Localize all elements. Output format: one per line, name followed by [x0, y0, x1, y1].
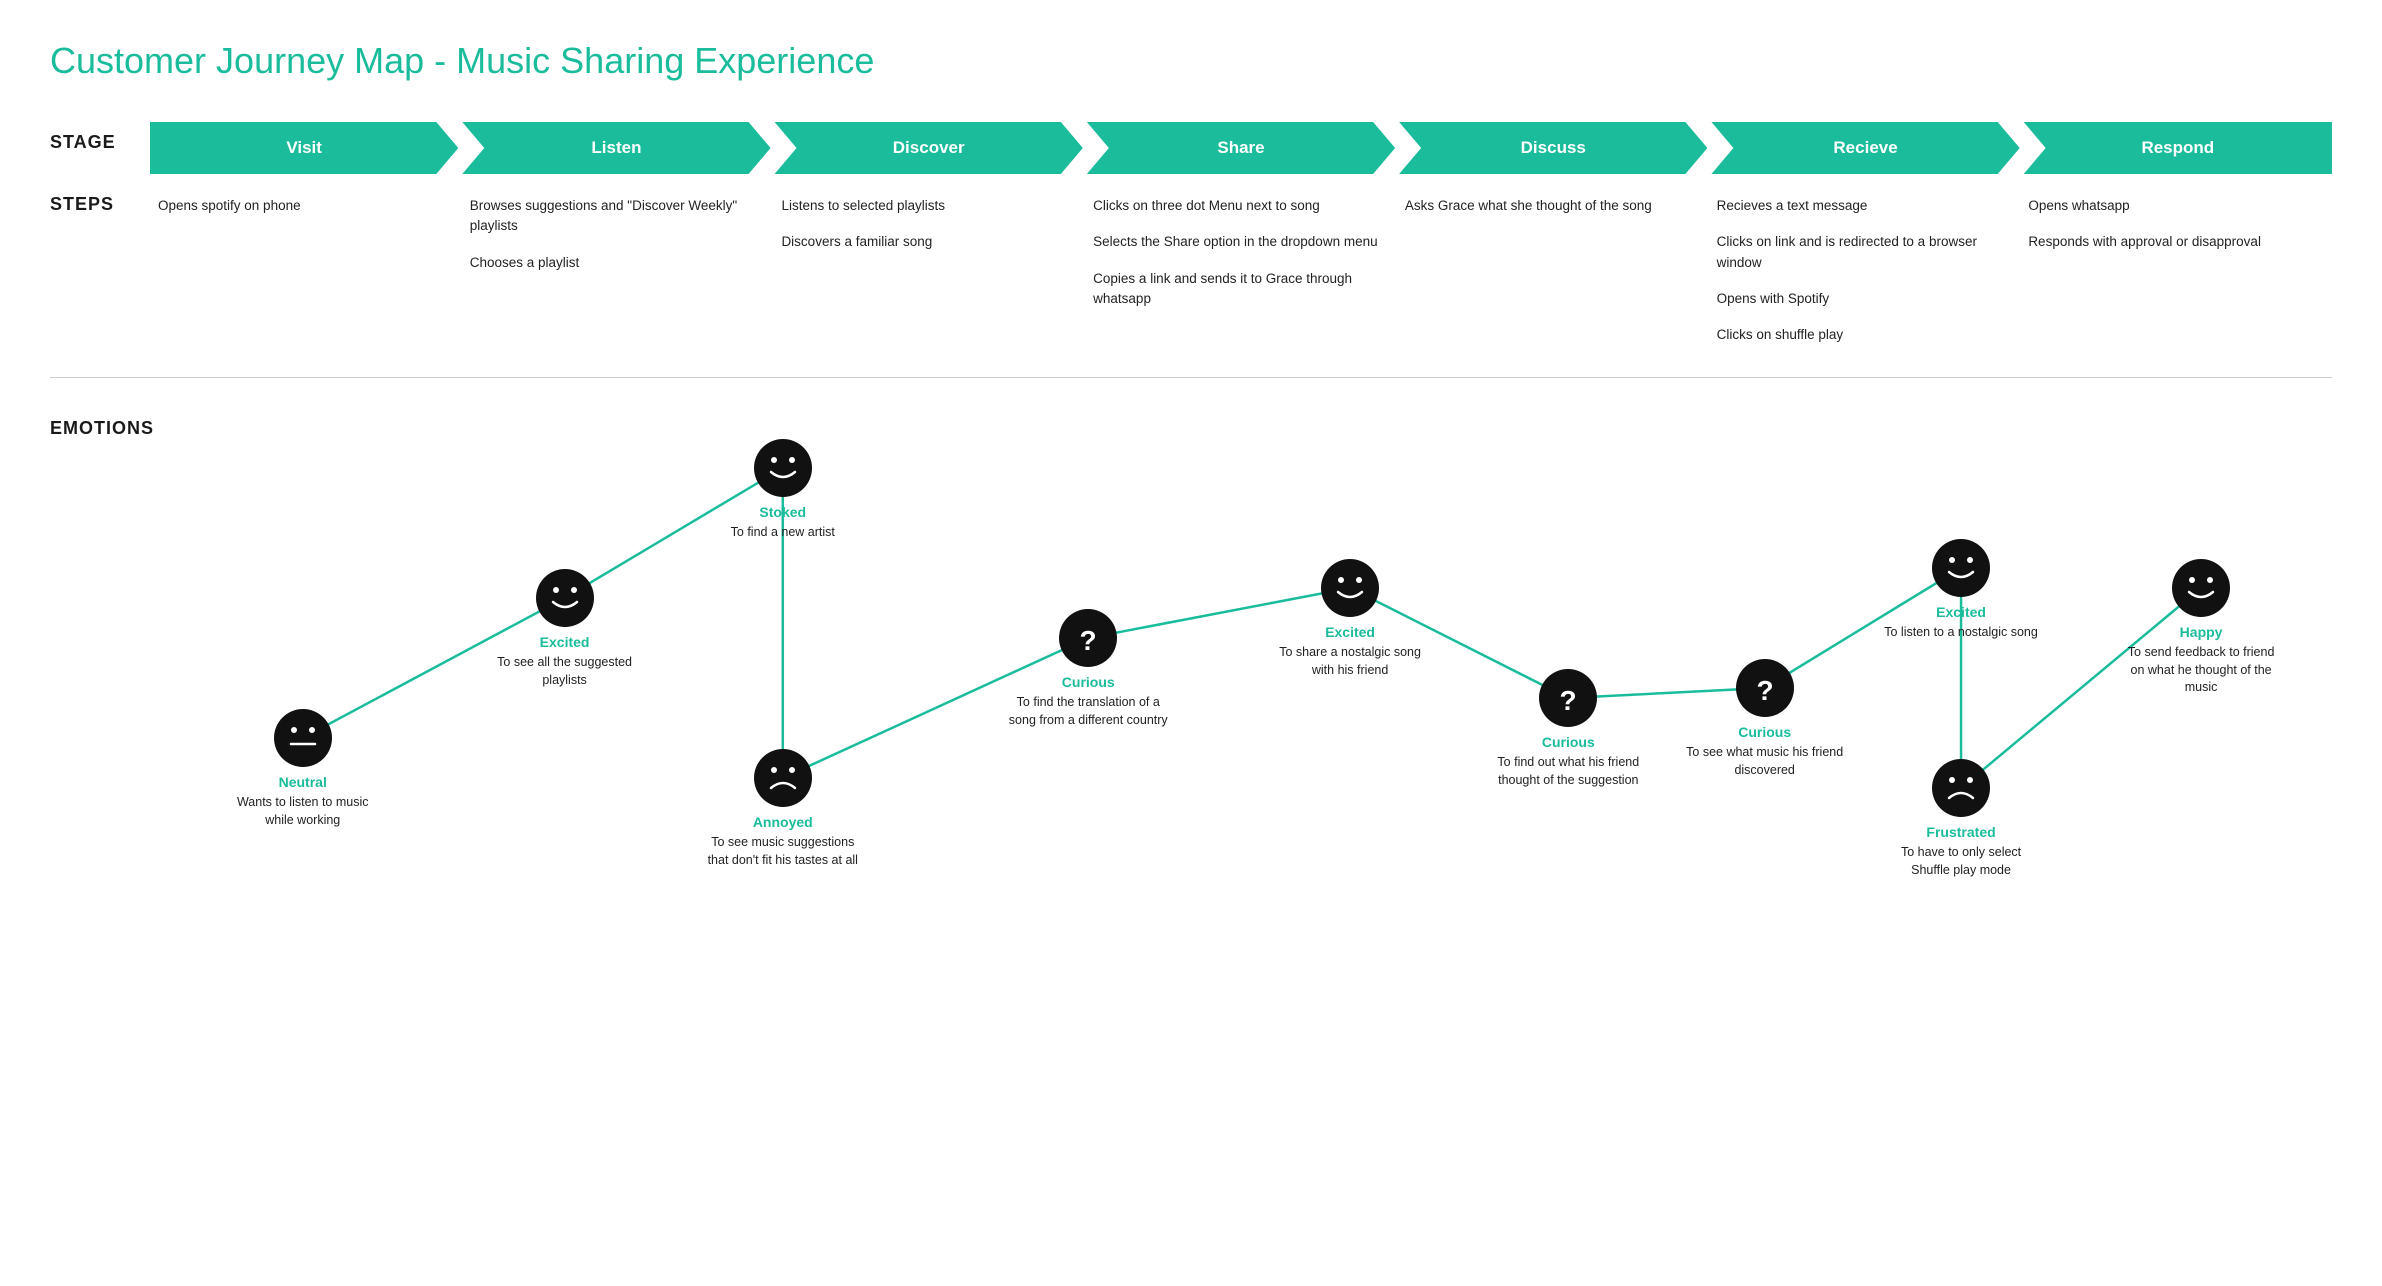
stage-listen: Listen [462, 122, 770, 174]
svg-text:?: ? [1756, 675, 1773, 706]
step-item: Opens whatsapp [2028, 196, 2320, 216]
step-item: Selects the Share option in the dropdown… [1093, 232, 1385, 252]
emotion-node-neutral: Neutral Wants to listen to music while wo… [223, 708, 383, 829]
steps-columns: Opens spotify on phone Browses suggestion… [150, 184, 2332, 357]
step-item: Asks Grace what she thought of the song [1405, 196, 1697, 216]
emotions-section: EMOTIONS Neutral Wants to listen to music… [50, 408, 2332, 928]
emotion-desc-happy: To send feedback to friend on what he th… [2121, 644, 2281, 697]
steps-col-6: Opens whatsapp Responds with approval or … [2020, 184, 2332, 357]
emotion-node-happy: Happy To send feedback to friend on what … [2121, 558, 2281, 697]
emotion-face-neutral [273, 708, 333, 768]
emotion-label-excited3: Excited [1936, 604, 1986, 620]
emotion-label-frustrated: Frustrated [1926, 824, 1995, 840]
emotion-face-happy [2171, 558, 2231, 618]
emotion-face-frustrated [1931, 758, 1991, 818]
svg-text:?: ? [1080, 625, 1097, 656]
emotion-face-curious1: ? [1058, 608, 1118, 668]
emotion-label-curious2: Curious [1542, 734, 1595, 750]
emotion-label-annoyed: Annoyed [753, 814, 813, 830]
step-item: Clicks on three dot Menu next to song [1093, 196, 1385, 216]
emotion-node-excited1: Excited To see all the suggested playlist… [485, 568, 645, 689]
emotion-desc-frustrated: To have to only select Shuffle play mode [1881, 844, 2041, 879]
emotion-desc-excited2: To share a nostalgic song with his frien… [1270, 644, 1430, 679]
stages-container: VisitListenDiscoverShareDiscussRecieveRe… [150, 122, 2332, 174]
page-title: Customer Journey Map - Music Sharing Exp… [50, 40, 2332, 82]
step-item: Copies a link and sends it to Grace thro… [1093, 269, 1385, 310]
emotions-chart: Neutral Wants to listen to music while wo… [150, 408, 2332, 928]
step-item: Discovers a familiar song [781, 232, 1073, 252]
step-item: Listens to selected playlists [781, 196, 1073, 216]
step-item: Responds with approval or disapproval [2028, 232, 2320, 252]
emotion-desc-stoked: To find a new artist [731, 524, 835, 542]
stage-discuss: Discuss [1399, 122, 1707, 174]
emotion-label-excited1: Excited [540, 634, 590, 650]
emotion-face-excited2 [1320, 558, 1380, 618]
emotion-node-excited2: Excited To share a nostalgic song with hi… [1270, 558, 1430, 679]
emotion-face-annoyed [753, 748, 813, 808]
emotion-node-frustrated: Frustrated To have to only select Shuffle… [1881, 758, 2041, 879]
emotion-node-stoked: Stoked To find a new artist [703, 438, 863, 542]
emotion-face-excited3 [1931, 538, 1991, 598]
step-item: Opens with Spotify [1717, 289, 2009, 309]
step-item: Opens spotify on phone [158, 196, 450, 216]
steps-col-5: Recieves a text message Clicks on link an… [1709, 184, 2021, 357]
stage-recieve: Recieve [1711, 122, 2019, 174]
steps-col-3: Clicks on three dot Menu next to song Sel… [1085, 184, 1397, 357]
step-item: Clicks on shuffle play [1717, 325, 2009, 345]
svg-text:?: ? [1560, 685, 1577, 716]
stage-visit: Visit [150, 122, 458, 174]
emotion-label-happy: Happy [2180, 624, 2223, 640]
steps-section: STEPS Opens spotify on phone Browses sugg… [50, 184, 2332, 357]
steps-label: STEPS [50, 184, 150, 215]
stage-section: STAGE VisitListenDiscoverShareDiscussRec… [50, 122, 2332, 174]
emotion-label-excited2: Excited [1325, 624, 1375, 640]
emotion-desc-excited3: To listen to a nostalgic song [1884, 624, 2038, 642]
emotion-face-curious3: ? [1735, 658, 1795, 718]
stage-share: Share [1087, 122, 1395, 174]
stage-respond: Respond [2024, 122, 2332, 174]
step-item: Clicks on link and is redirected to a br… [1717, 232, 2009, 273]
steps-col-4: Asks Grace what she thought of the song [1397, 184, 1709, 357]
emotion-desc-neutral: Wants to listen to music while working [223, 794, 383, 829]
emotion-label-neutral: Neutral [279, 774, 327, 790]
emotion-desc-annoyed: To see music suggestions that don't fit … [703, 834, 863, 869]
emotion-desc-curious2: To find out what his friend thought of t… [1488, 754, 1648, 789]
emotion-node-curious2: ? Curious To find out what his friend tho… [1488, 668, 1648, 789]
emotion-label-stoked: Stoked [759, 504, 806, 520]
emotion-node-excited3: Excited To listen to a nostalgic song [1881, 538, 2041, 642]
emotion-node-curious3: ? Curious To see what music his friend di… [1685, 658, 1845, 779]
emotion-desc-curious1: To find the translation of a song from a… [1008, 694, 1168, 729]
step-item: Chooses a playlist [470, 253, 762, 273]
emotion-label-curious1: Curious [1062, 674, 1115, 690]
emotion-face-excited1 [535, 568, 595, 628]
emotions-label: EMOTIONS [50, 408, 150, 439]
step-item: Browses suggestions and "Discover Weekly… [470, 196, 762, 237]
emotion-face-curious2: ? [1538, 668, 1598, 728]
emotion-face-stoked [753, 438, 813, 498]
steps-col-0: Opens spotify on phone [150, 184, 462, 357]
step-item: Recieves a text message [1717, 196, 2009, 216]
section-divider [50, 377, 2332, 378]
emotion-desc-curious3: To see what music his friend discovered [1685, 744, 1845, 779]
stage-discover: Discover [775, 122, 1083, 174]
steps-col-1: Browses suggestions and "Discover Weekly… [462, 184, 774, 357]
emotion-label-curious3: Curious [1738, 724, 1791, 740]
steps-col-2: Listens to selected playlists Discovers a… [773, 184, 1085, 357]
emotion-node-curious1: ? Curious To find the translation of a so… [1008, 608, 1168, 729]
emotion-node-annoyed: Annoyed To see music suggestions that don… [703, 748, 863, 869]
emotion-desc-excited1: To see all the suggested playlists [485, 654, 645, 689]
stage-label: STAGE [50, 122, 150, 153]
